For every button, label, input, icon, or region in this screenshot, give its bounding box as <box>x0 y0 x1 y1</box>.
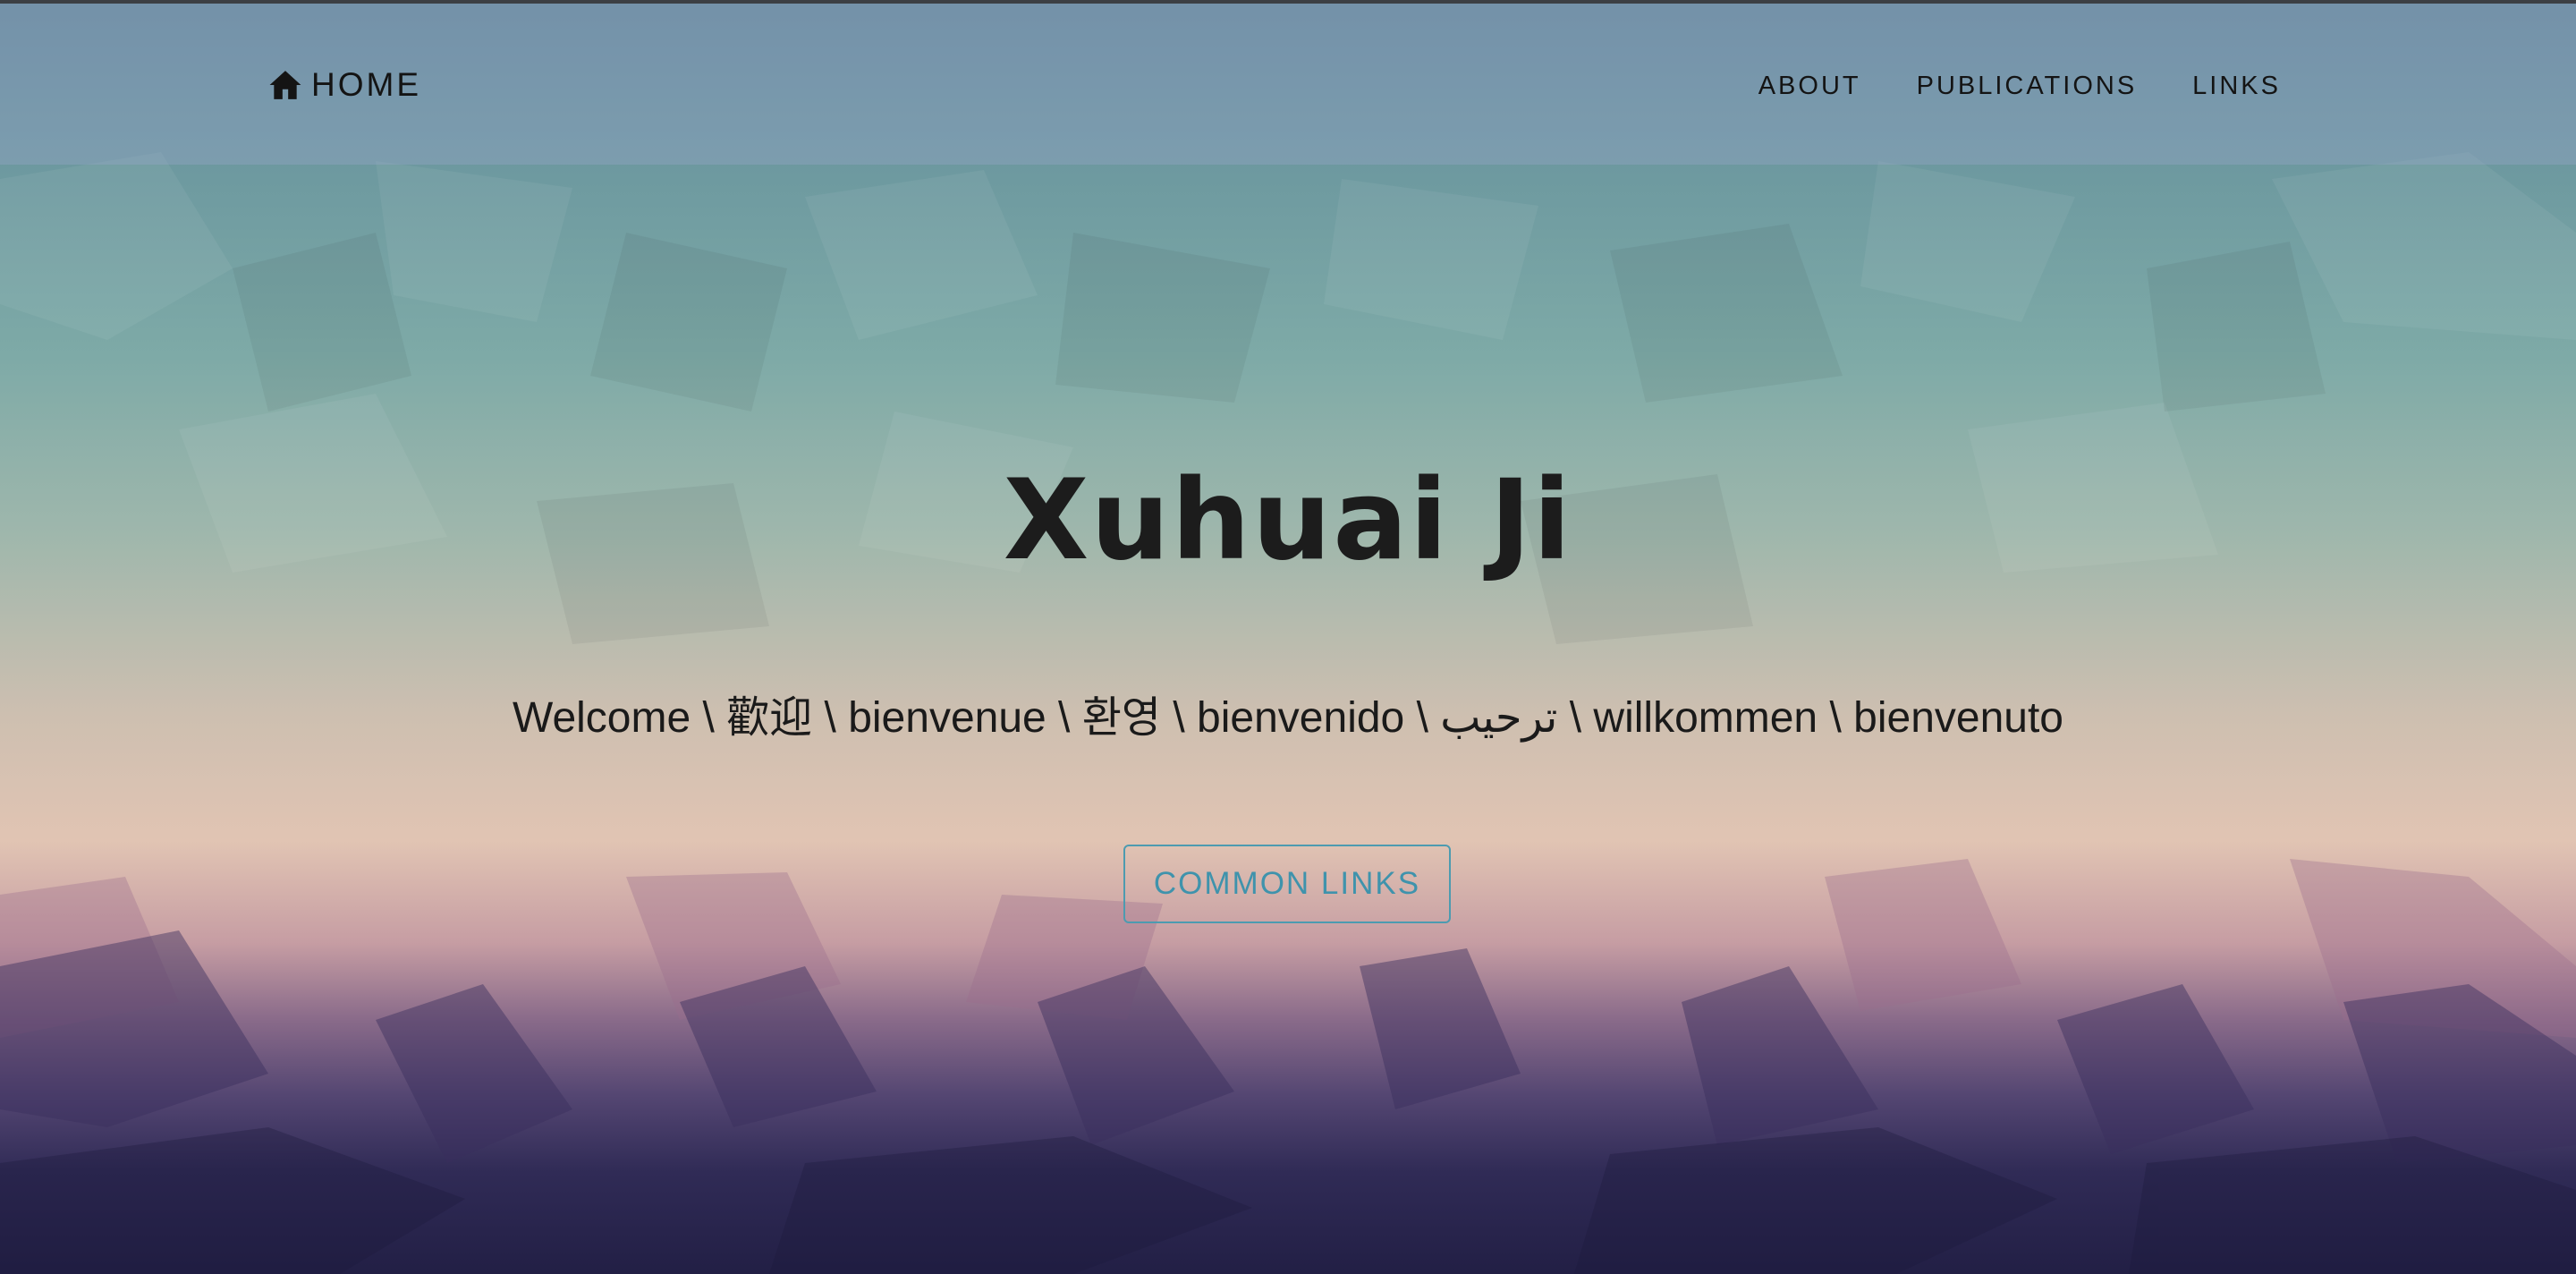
nav-item-publications[interactable]: PUBLICATIONS <box>1917 72 2138 101</box>
nav-item-links[interactable]: LINKS <box>2192 72 2281 101</box>
welcome-text: Welcome \ 歡迎 \ bienvenue \ 환영 \ bienveni… <box>513 694 2063 742</box>
home-link[interactable]: HOME <box>268 66 421 104</box>
page-title: Xuhuai Ji <box>1003 456 1573 585</box>
nav-item-about[interactable]: ABOUT <box>1758 72 1861 101</box>
page: HOME ABOUT PUBLICATIONS LINKS Xuhuai Ji … <box>0 0 2576 1274</box>
nav-menu: ABOUT PUBLICATIONS LINKS <box>1758 72 2281 101</box>
common-links-button[interactable]: COMMON LINKS <box>1123 845 1451 923</box>
navbar: HOME ABOUT PUBLICATIONS LINKS <box>0 4 2576 165</box>
low-poly-background <box>0 152 2576 1274</box>
home-icon <box>268 68 302 102</box>
home-label: HOME <box>311 66 421 103</box>
